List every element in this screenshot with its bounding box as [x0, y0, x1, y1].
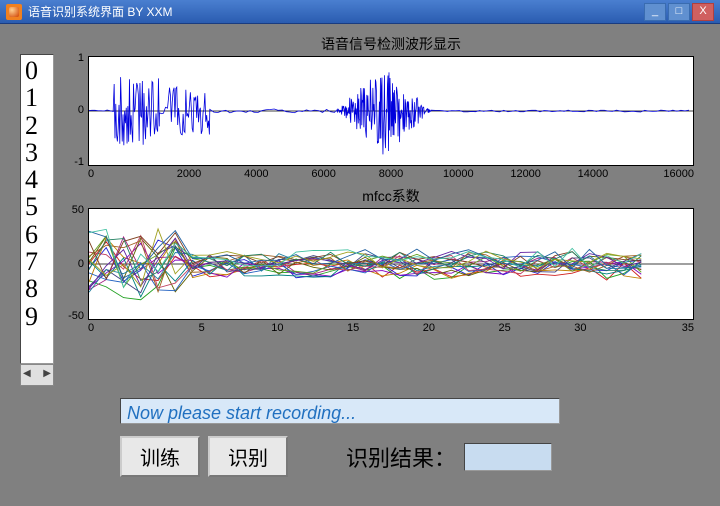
xtick: 0 [88, 322, 164, 334]
chart2-ytick: -50 [58, 310, 84, 322]
xtick: 20 [391, 322, 467, 334]
mfcc-chart: mfcc系数 50 0 -50 05101520253035 [58, 186, 700, 334]
xtick: 12000 [492, 168, 559, 180]
xtick: 2000 [155, 168, 222, 180]
xtick: 16000 [627, 168, 694, 180]
xtick: 25 [467, 322, 543, 334]
digit-item[interactable]: 4 [25, 166, 53, 193]
digit-item[interactable]: 2 [25, 112, 53, 139]
xtick: 8000 [357, 168, 424, 180]
recognize-button[interactable]: 识别 [208, 436, 288, 477]
xtick: 35 [618, 322, 694, 334]
digit-item[interactable]: 9 [25, 303, 53, 330]
digit-item[interactable]: 7 [25, 248, 53, 275]
minimize-button[interactable]: _ [644, 3, 666, 21]
xtick: 10 [240, 322, 316, 334]
xtick: 4000 [223, 168, 290, 180]
result-label: 识别结果： [346, 441, 456, 473]
window-controls: _ □ X [644, 3, 714, 21]
xtick: 0 [88, 168, 155, 180]
xtick: 15 [315, 322, 391, 334]
result-field [464, 443, 552, 471]
xtick: 14000 [559, 168, 626, 180]
xtick: 30 [543, 322, 619, 334]
digit-item[interactable]: 1 [25, 84, 53, 111]
chart2-xaxis: 05101520253035 [88, 322, 694, 334]
main-content: 0123456789 语音信号检测波形显示 1 0 -1 0200 [0, 24, 720, 506]
digit-item[interactable]: 5 [25, 193, 53, 220]
digit-list-wrap: 0123456789 [20, 54, 54, 386]
waveform-chart: 语音信号检测波形显示 1 0 -1 0200040006000800010000… [58, 34, 700, 180]
chart1-ytick: 0 [58, 104, 84, 116]
horizontal-scrollbar[interactable] [20, 364, 54, 386]
digit-listbox[interactable]: 0123456789 [20, 54, 54, 364]
chart1-ytick: -1 [58, 156, 84, 168]
xtick: 5 [164, 322, 240, 334]
maximize-button[interactable]: □ [668, 3, 690, 21]
window-title: 语音识别系统界面 BY XXM [28, 3, 644, 20]
chart2-title: mfcc系数 [88, 186, 694, 206]
app-icon [6, 4, 22, 20]
status-message: Now please start recording... [120, 398, 560, 424]
close-button[interactable]: X [692, 3, 714, 21]
xtick: 6000 [290, 168, 357, 180]
chart1-ytick: 1 [58, 52, 84, 64]
chart1-title: 语音信号检测波形显示 [88, 34, 694, 54]
waveform-svg [89, 57, 693, 165]
titlebar: 语音识别系统界面 BY XXM _ □ X [0, 0, 720, 24]
digit-item[interactable]: 6 [25, 221, 53, 248]
mfcc-svg [89, 209, 693, 319]
digit-item[interactable]: 3 [25, 139, 53, 166]
chart2-ytick: 50 [58, 204, 84, 216]
chart2-ytick: 0 [58, 258, 84, 270]
train-button[interactable]: 训练 [120, 436, 200, 477]
controls-row: 训练 识别 识别结果： [120, 436, 700, 477]
digit-item[interactable]: 0 [25, 57, 53, 84]
digit-item[interactable]: 8 [25, 275, 53, 302]
xtick: 10000 [425, 168, 492, 180]
chart1-xaxis: 0200040006000800010000120001400016000 [88, 168, 694, 180]
